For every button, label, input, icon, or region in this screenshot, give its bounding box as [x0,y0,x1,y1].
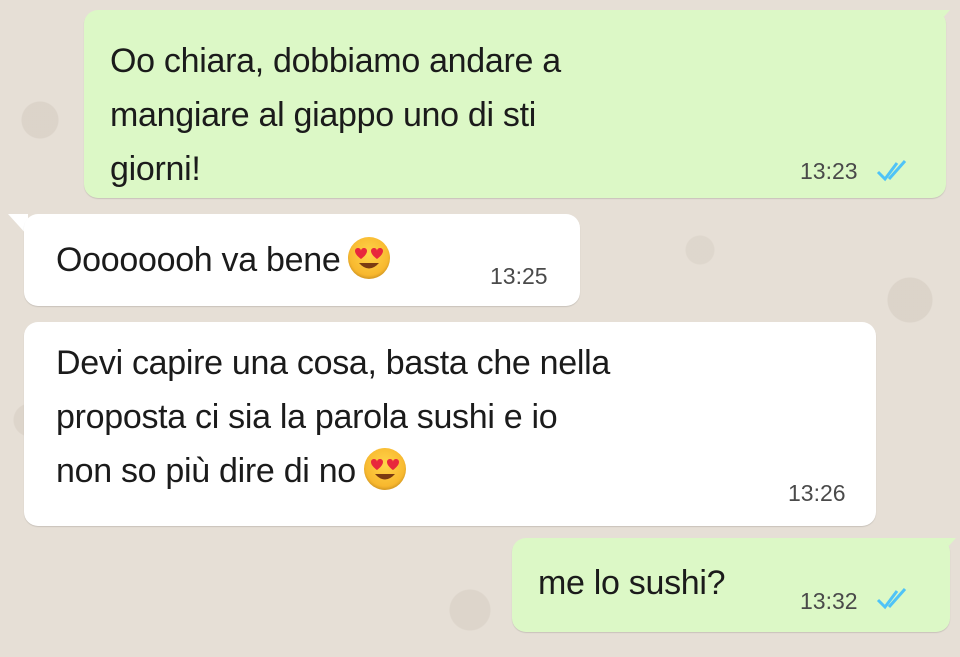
double-check-read-icon [876,160,907,182]
incoming-message-bubble[interactable]: Oooooooh va bene 13:25 [24,214,580,306]
outgoing-message-bubble[interactable]: me lo sushi? 13:32 [512,538,950,632]
message-text: Devi capire una cosa, basta che nella pr… [56,336,610,498]
message-time: 13:23 [800,158,858,184]
message-text: Oooooooh va bene [56,233,391,287]
heart-eyes-emoji-icon [348,237,391,279]
message-text: Oo chiara, dobbiamo andare a mangiare al… [110,42,561,188]
message-time: 13:26 [788,480,846,506]
message-time: 13:25 [490,263,548,289]
heart-eyes-emoji-icon [363,448,406,490]
message-text-content: Devi capire una cosa, basta che nella pr… [56,344,611,490]
outgoing-message-bubble[interactable]: Oo chiara, dobbiamo andare a mangiare al… [84,10,946,198]
message-text-content: Oooooooh va bene [56,241,341,279]
message-text: me lo sushi? [538,564,726,602]
message-time: 13:32 [800,588,858,614]
double-check-read-icon [876,588,907,610]
incoming-message-bubble[interactable]: Devi capire una cosa, basta che nella pr… [24,322,876,526]
